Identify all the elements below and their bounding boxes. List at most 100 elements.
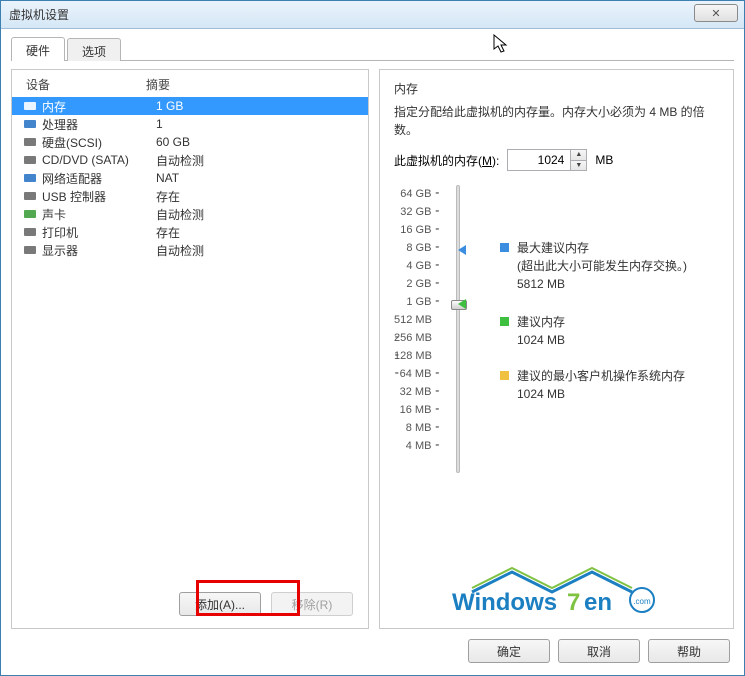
device-buttons: 添加(A)... 移除(R) [12,584,368,628]
legend-min: 建议的最小客户机操作系统内存 1024 MB [500,367,719,403]
legend-max-desc: (超出此大小可能发生内存交换。) [517,257,687,275]
scale-tick: 256 MB ⁃ [394,329,440,347]
device-row[interactable]: 打印机存在 [12,223,368,241]
scale-tick: 32 GB ⁃ [400,203,440,221]
remove-button-label: 移除(R) [292,596,333,613]
device-summary: 自动检测 [156,242,204,259]
legend-rec-swatch [500,317,509,326]
device-summary: NAT [156,171,179,185]
device-icon [22,207,38,221]
device-name: 硬盘(SCSI) [42,134,156,151]
device-name: CD/DVD (SATA) [42,153,156,167]
memory-spinner[interactable]: ▲▼ [570,150,586,170]
scale-tick: 8 MB ⁃ [406,419,440,437]
svg-text:.com: .com [633,597,651,606]
tab-options[interactable]: 选项 [67,38,121,61]
device-row[interactable]: 硬盘(SCSI)60 GB [12,133,368,151]
device-row[interactable]: USB 控制器存在 [12,187,368,205]
device-row[interactable]: 内存1 GB [12,97,368,115]
scale-tick: 64 MB ⁃ [400,365,440,383]
device-icon [22,135,38,149]
legend-max-val: 5812 MB [517,275,687,293]
windows7en-logo: Windows 7 en .com [437,564,677,614]
close-button[interactable]: ✕ [694,4,738,22]
add-button-label: 添加(A)... [195,596,245,613]
window-title: 虚拟机设置 [9,6,69,23]
legend-max-title: 最大建议内存 [517,239,687,257]
device-summary: 1 GB [156,99,183,113]
ok-button[interactable]: 确定 [468,639,550,663]
device-summary: 60 GB [156,135,190,149]
header-summary: 摘要 [146,76,170,93]
scale-tick: 32 MB ⁃ [400,383,440,401]
svg-text:7: 7 [567,589,580,614]
device-summary: 自动检测 [156,152,204,169]
scale-tick: 512 MB ⁃ [394,311,440,329]
device-list[interactable]: 内存1 GB处理器1硬盘(SCSI)60 GBCD/DVD (SATA)自动检测… [12,97,368,584]
tab-hardware[interactable]: 硬件 [11,37,65,60]
legend-max: 最大建议内存 (超出此大小可能发生内存交换。) 5812 MB [500,239,719,293]
legend-min-val: 1024 MB [517,385,685,403]
scale-tick: 16 MB ⁃ [400,401,440,419]
device-name: 处理器 [42,116,156,133]
logo-icon: Windows 7 en .com [442,564,672,614]
scale-tick: 64 GB ⁃ [400,185,440,203]
device-icon [22,189,38,203]
device-row[interactable]: 处理器1 [12,115,368,133]
memory-input[interactable]: 1024 ▲▼ [507,149,587,171]
device-summary: 自动检测 [156,206,204,223]
device-summary: 存在 [156,188,180,205]
memory-desc: 指定分配给此虚拟机的内存量。内存大小必须为 4 MB 的倍数。 [394,103,719,139]
device-row[interactable]: 网络适配器NAT [12,169,368,187]
tabs: 硬件 选项 [11,37,734,61]
device-icon [22,117,38,131]
help-button[interactable]: 帮助 [648,639,730,663]
device-header: 设备 摘要 [12,70,368,97]
device-row[interactable]: CD/DVD (SATA)自动检测 [12,151,368,169]
device-name: 声卡 [42,206,156,223]
spin-up-icon[interactable]: ▲ [571,150,586,161]
device-row[interactable]: 显示器自动检测 [12,241,368,259]
memory-input-row: 此虚拟机的内存(M): 1024 ▲▼ MB [394,149,719,171]
memory-slider[interactable] [448,185,468,473]
cancel-button[interactable]: 取消 [558,639,640,663]
scale-tick: 1 GB ⁃ [406,293,440,311]
close-icon: ✕ [711,7,720,20]
header-device: 设备 [26,76,146,93]
legend-min-title: 建议的最小客户机操作系统内存 [517,367,685,385]
remove-button: 移除(R) [271,592,353,616]
scale-tick: 8 GB ⁃ [406,239,440,257]
device-icon [22,243,38,257]
vm-settings-window: 虚拟机设置 ✕ 硬件 选项 设备 摘要 内存1 GB处理器1硬盘(SCSI)60… [0,0,745,676]
svg-text:en: en [584,589,612,614]
slider-track [456,185,460,473]
device-name: 网络适配器 [42,170,156,187]
add-button[interactable]: 添加(A)... [179,592,261,616]
device-name: 显示器 [42,242,156,259]
device-row[interactable]: 声卡自动检测 [12,205,368,223]
memory-input-label: 此虚拟机的内存(M): [394,152,499,169]
memory-unit: MB [595,153,613,167]
scale-tick: 4 MB ⁃ [406,437,440,455]
scale-tick: 128 MB ⁃ [394,347,440,365]
memory-panel: 内存 指定分配给此虚拟机的内存量。内存大小必须为 4 MB 的倍数。 此虚拟机的… [379,69,734,629]
device-panel: 设备 摘要 内存1 GB处理器1硬盘(SCSI)60 GBCD/DVD (SAT… [11,69,369,629]
memory-legend: 最大建议内存 (超出此大小可能发生内存交换。) 5812 MB 建议内存 102… [476,185,719,473]
legend-min-swatch [500,371,509,380]
device-icon [22,225,38,239]
device-summary: 存在 [156,224,180,241]
device-icon [22,171,38,185]
legend-rec: 建议内存 1024 MB [500,313,719,349]
device-icon [22,153,38,167]
memory-input-value: 1024 [538,153,565,167]
device-name: 打印机 [42,224,156,241]
titlebar[interactable]: 虚拟机设置 ✕ [1,1,744,29]
memory-slider-area: 64 GB ⁃32 GB ⁃16 GB ⁃8 GB ⁃4 GB ⁃2 GB ⁃1… [394,185,719,473]
legend-rec-val: 1024 MB [517,331,565,349]
device-name: 内存 [42,98,156,115]
scale-tick: 16 GB ⁃ [400,221,440,239]
spin-down-icon[interactable]: ▼ [571,161,586,171]
device-name: USB 控制器 [42,188,156,205]
marker-rec-icon [458,299,466,309]
scale-tick: 2 GB ⁃ [406,275,440,293]
